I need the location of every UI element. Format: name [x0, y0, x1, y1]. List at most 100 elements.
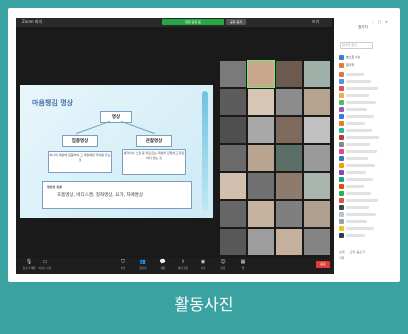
participant-name[interactable]: [346, 171, 366, 174]
participant-name[interactable]: [346, 227, 374, 230]
video-tile[interactable]: [248, 117, 274, 143]
participant-name[interactable]: [346, 129, 372, 132]
participant-name[interactable]: [346, 199, 378, 202]
video-tile[interactable]: [220, 229, 246, 255]
video-tile[interactable]: [248, 89, 274, 115]
participant-name[interactable]: [346, 101, 376, 104]
video-tile[interactable]: [276, 117, 302, 143]
minimize-icon[interactable]: –: [372, 20, 374, 24]
participant-name[interactable]: [346, 108, 367, 111]
participant-name[interactable]: [346, 122, 365, 125]
participant-avatar: [339, 142, 344, 147]
stop-share-button[interactable]: 공유 중지: [226, 19, 246, 25]
chat-button[interactable]: 💬 채팅: [156, 259, 170, 270]
video-tile[interactable]: [276, 89, 302, 115]
participant-name[interactable]: [346, 185, 364, 188]
window-titlebar: Zoom 회의 화면 공유 중 공유 중지 보기: [16, 18, 332, 27]
participant-name[interactable]: [346, 206, 369, 209]
participant-name[interactable]: [346, 192, 371, 195]
video-tile[interactable]: [220, 89, 246, 115]
participant-search[interactable]: 참가자 찾기: [340, 42, 373, 49]
video-tile[interactable]: [220, 61, 246, 87]
participant-avatar: [339, 226, 344, 231]
reactions-label: 반응: [220, 267, 226, 270]
smile-icon: ☺: [220, 259, 226, 265]
sharing-banner: 화면 공유 중: [162, 19, 224, 25]
participant-avatar: [339, 177, 344, 182]
invite-button[interactable]: 초대: [339, 250, 345, 254]
right-desc: 생각이나 느낌 등 떠오르는 대상을 관찰하고 판단하지 않는 것: [123, 151, 185, 160]
participant-name[interactable]: [346, 220, 367, 223]
connector-right: [120, 120, 156, 134]
right-desc-box: 생각이나 느낌 등 떠오르는 대상을 관찰하고 판단하지 않는 것: [122, 149, 186, 175]
video-tile[interactable]: [304, 89, 330, 115]
mic-button[interactable]: 🎙 음소거 해제: [22, 259, 36, 270]
camera-icon: ▭: [42, 259, 48, 265]
video-tile[interactable]: [276, 201, 302, 227]
security-button[interactable]: ⛉ 보안: [116, 259, 130, 270]
left-desc-box: 하나의 대상에 집중하여 그 대상에만 주의를 두는 것: [48, 151, 112, 173]
maximize-icon[interactable]: □: [378, 20, 381, 24]
participant-avatar: [339, 107, 344, 112]
share-button[interactable]: ⬆ 화면 공유: [176, 259, 190, 270]
video-tile[interactable]: [276, 229, 302, 255]
participant-name[interactable]: [346, 143, 370, 146]
participants-button[interactable]: 👥 참가자: [136, 259, 150, 270]
right-heading-box: 관찰명상: [136, 135, 172, 147]
video-tile[interactable]: [220, 173, 246, 199]
participant-name[interactable]: [346, 115, 374, 118]
participant-avatar: [339, 128, 344, 133]
participant-avatar: [339, 191, 344, 196]
participant-name[interactable]: [346, 80, 371, 83]
record-button[interactable]: ◉ 기록: [196, 259, 210, 270]
video-tile[interactable]: [304, 61, 330, 87]
apps-button[interactable]: ▦ 앱: [236, 259, 250, 270]
zoom-screenshot: Zoom 회의 화면 공유 중 공유 중지 보기 마음챙김 명상 명상 집중명상…: [16, 18, 392, 274]
left-heading-box: 집중명상: [62, 135, 98, 147]
participant-name[interactable]: [346, 150, 377, 153]
video-tile[interactable]: [304, 229, 330, 255]
video-tile[interactable]: [220, 145, 246, 171]
slide-decoration: [202, 91, 208, 211]
participant-host[interactable]: 호스트 (나): [339, 54, 389, 60]
video-tile[interactable]: [220, 117, 246, 143]
participant-avatar: [339, 121, 344, 126]
participant-avatar: [339, 163, 344, 168]
video-label: 비디오 시작: [38, 267, 52, 270]
video-tile[interactable]: [276, 61, 302, 87]
participant-name[interactable]: [346, 87, 378, 90]
video-tile[interactable]: [247, 60, 275, 88]
video-button[interactable]: ▭ 비디오 시작: [38, 259, 52, 270]
mute-all-button[interactable]: 모두 음소거: [350, 250, 365, 254]
chat-label: 채팅: [160, 267, 166, 270]
leave-button[interactable]: 종료: [316, 261, 330, 268]
video-tile[interactable]: [248, 229, 274, 255]
participant-name[interactable]: [346, 234, 365, 237]
participant-name[interactable]: [346, 73, 364, 76]
participant-name[interactable]: [346, 164, 375, 167]
participant-avatar: [339, 114, 344, 119]
video-tile[interactable]: [248, 145, 274, 171]
participant-name[interactable]: [346, 178, 373, 181]
video-tile[interactable]: [304, 145, 330, 171]
participant-name[interactable]: [346, 157, 368, 160]
video-tile[interactable]: [276, 145, 302, 171]
microphone-icon: 🎙: [25, 259, 33, 265]
video-tile[interactable]: [220, 201, 246, 227]
participant-self[interactable]: 참가자: [339, 62, 389, 68]
more-button[interactable]: 기타: [339, 256, 345, 260]
video-tile[interactable]: [304, 173, 330, 199]
video-tile[interactable]: [248, 201, 274, 227]
video-tile[interactable]: [248, 173, 274, 199]
close-icon[interactable]: ✕: [385, 20, 388, 24]
participant-name[interactable]: [346, 94, 369, 97]
view-button[interactable]: 보기: [312, 19, 319, 25]
participant-name[interactable]: [346, 136, 379, 139]
video-tile[interactable]: [304, 201, 330, 227]
reactions-button[interactable]: ☺ 반응: [216, 259, 230, 270]
participant-name[interactable]: [346, 213, 376, 216]
video-tile[interactable]: [276, 173, 302, 199]
participant-avatar: [339, 100, 344, 105]
participants-panel: – □ ✕ 참가자 참가자 찾기 호스트 (나) 참가자 초대 모두 음소거 기…: [334, 18, 392, 274]
video-tile[interactable]: [304, 117, 330, 143]
